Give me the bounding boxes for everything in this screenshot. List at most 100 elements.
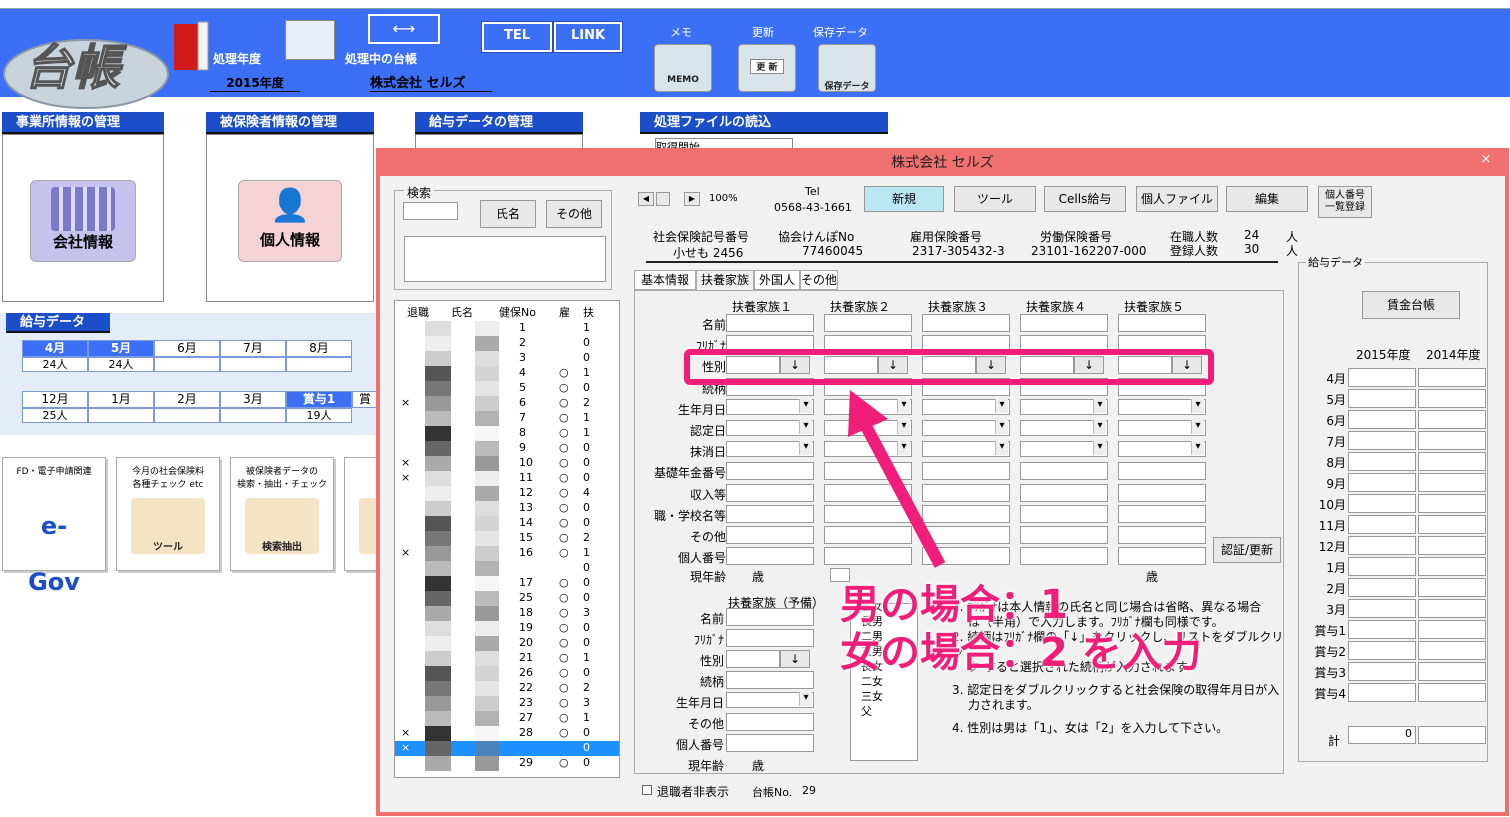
date-select[interactable] — [1118, 398, 1206, 415]
tab-1[interactable]: 扶養家族 — [696, 270, 754, 290]
salary-cell-2015[interactable] — [1348, 368, 1416, 387]
dependent-field[interactable] — [1118, 526, 1206, 544]
planned-gender-field[interactable] — [726, 650, 780, 668]
salary-cell-2014[interactable] — [1418, 410, 1486, 429]
date-select[interactable] — [726, 441, 814, 458]
dependent-field[interactable] — [726, 526, 814, 544]
salary-cell-2015[interactable] — [1348, 683, 1416, 702]
calendar-icon[interactable] — [285, 20, 335, 60]
list-item[interactable]: 22 ○ 2 — [395, 681, 619, 696]
list-item[interactable]: 29 ○ 0 — [395, 756, 619, 771]
relation-item[interactable]: 三女 — [861, 688, 917, 703]
salary-month-tab[interactable]: 賞 — [352, 391, 378, 408]
salary-cell-2014[interactable] — [1418, 389, 1486, 408]
salary-cell-2015[interactable] — [1348, 473, 1416, 492]
list-item[interactable]: 13 ○ 0 — [395, 501, 619, 516]
prev-record-button[interactable]: ◀ — [638, 192, 654, 206]
list-item[interactable]: 25 ○ 0 — [395, 591, 619, 606]
memo-button[interactable]: MEMO — [654, 44, 712, 92]
indiv-num-register-button[interactable]: 個人番号 一覧登録 — [1318, 186, 1372, 218]
salary-month-tab[interactable]: 6月 — [154, 340, 220, 357]
list-item[interactable]: 21 ○ 1 — [395, 651, 619, 666]
salary-cell-2015[interactable] — [1348, 410, 1416, 429]
tab-3[interactable]: その他 — [800, 270, 838, 290]
salary-cell-2015[interactable] — [1348, 431, 1416, 450]
dependent-field[interactable] — [1118, 483, 1206, 502]
planned-field[interactable] — [726, 608, 814, 626]
salary-cell-2014[interactable] — [1418, 515, 1486, 534]
relation-item[interactable]: 父 — [861, 703, 917, 718]
date-select[interactable] — [726, 420, 814, 436]
salary-cell-2014[interactable] — [1418, 620, 1486, 639]
planned-field[interactable] — [726, 713, 814, 731]
salary-cell-2014[interactable] — [1418, 578, 1486, 597]
list-item[interactable]: 15 ○ 2 — [395, 531, 619, 546]
link-button[interactable]: LINK — [554, 22, 622, 52]
date-select[interactable] — [1020, 420, 1108, 436]
cells-salary-button[interactable]: Cells給与 — [1044, 186, 1126, 212]
list-item[interactable]: 5 ○ 0 — [395, 381, 619, 396]
date-select[interactable] — [1118, 441, 1206, 458]
planned-gender-button[interactable]: ↓ — [780, 650, 810, 668]
list-item[interactable]: 11 — [395, 321, 619, 336]
planned-date-select[interactable] — [726, 692, 814, 708]
list-item[interactable]: 0 — [395, 561, 619, 576]
list-item[interactable]: × 10 ○ 0 — [395, 456, 619, 471]
dependent-field[interactable] — [1020, 504, 1108, 523]
salary-month-tab[interactable]: 賞与1 — [286, 391, 352, 408]
date-select[interactable] — [726, 398, 814, 415]
list-item[interactable]: × 0 — [395, 741, 619, 756]
tool-card[interactable]: 被保険者データの 検索・抽出・チェック 検索抽出 — [230, 457, 334, 571]
salary-cell-2015[interactable] — [1348, 494, 1416, 513]
list-item[interactable]: 27 ○ 1 — [395, 711, 619, 726]
date-select[interactable] — [1118, 420, 1206, 436]
list-item[interactable]: 20 — [395, 336, 619, 351]
list-item[interactable]: 14 ○ 0 — [395, 516, 619, 531]
list-item[interactable]: 30 — [395, 351, 619, 366]
dependent-field[interactable] — [1118, 547, 1206, 566]
new-button[interactable]: 新規 — [864, 186, 944, 212]
dependent-field[interactable] — [726, 547, 814, 566]
list-item[interactable]: 9 ○ 0 — [395, 441, 619, 456]
salary-cell-2015[interactable] — [1348, 662, 1416, 681]
employee-list[interactable]: 退職 氏名 健保No 雇 扶 1 1 2 0 3 0 4 ○ 1 5 ○ 0 × 6 ○ 2 7 ○ 1 8 ○ 1 9 ○ 0… — [394, 300, 620, 778]
dependent-field[interactable] — [726, 483, 814, 502]
salary-cell-2015[interactable] — [1348, 578, 1416, 597]
tool-card[interactable]: 今月の社会保険料 各種チェック etc ツール — [116, 457, 220, 571]
tab-0[interactable]: 基本情報 — [634, 270, 696, 290]
salary-cell-2015[interactable] — [1348, 536, 1416, 555]
search-result-box[interactable] — [404, 236, 606, 282]
wage-ledger-button[interactable]: 賃金台帳 — [1362, 291, 1460, 319]
salary-month-tab[interactable]: 7月 — [220, 340, 286, 357]
record-slider[interactable] — [656, 192, 670, 206]
salary-cell-2014[interactable] — [1418, 599, 1486, 618]
list-item[interactable]: 23 ○ 3 — [395, 696, 619, 711]
salary-cell-2015[interactable] — [1348, 515, 1416, 534]
salary-cell-2015[interactable] — [1348, 389, 1416, 408]
salary-cell-2014[interactable] — [1418, 494, 1486, 513]
personal-info-button[interactable]: 👤 個人情報 — [238, 180, 342, 262]
dependent-field[interactable] — [726, 462, 814, 481]
list-item[interactable]: 8 ○ 1 — [395, 426, 619, 441]
salary-month-tab[interactable]: 5月 — [88, 340, 154, 357]
salary-cell-2015[interactable] — [1348, 620, 1416, 639]
dependent-field[interactable] — [1020, 547, 1108, 566]
dependent-field[interactable] — [1020, 483, 1108, 502]
hide-retired-checkbox[interactable] — [642, 785, 652, 795]
salary-month-tab[interactable]: 1月 — [88, 391, 154, 408]
dependent-field[interactable] — [824, 314, 912, 332]
list-item[interactable]: 12 ○ 4 — [395, 486, 619, 501]
dependent-field[interactable] — [1020, 526, 1108, 544]
tab-2[interactable]: 外国人 — [754, 270, 800, 290]
personal-file-button[interactable]: 個人ファイル — [1136, 186, 1218, 212]
dependent-field[interactable] — [1118, 462, 1206, 481]
name-search-button[interactable]: 氏名 — [480, 200, 536, 228]
salary-cell-2014[interactable] — [1418, 536, 1486, 555]
planned-field[interactable] — [726, 734, 814, 752]
salary-month-tab[interactable]: 3月 — [220, 391, 286, 408]
other-search-button[interactable]: その他 — [546, 200, 602, 228]
list-item[interactable]: 26 ○ 0 — [395, 666, 619, 681]
swap-icon[interactable]: ⟷ — [368, 14, 440, 44]
salary-cell-2015[interactable] — [1348, 452, 1416, 471]
date-select[interactable] — [1020, 441, 1108, 458]
